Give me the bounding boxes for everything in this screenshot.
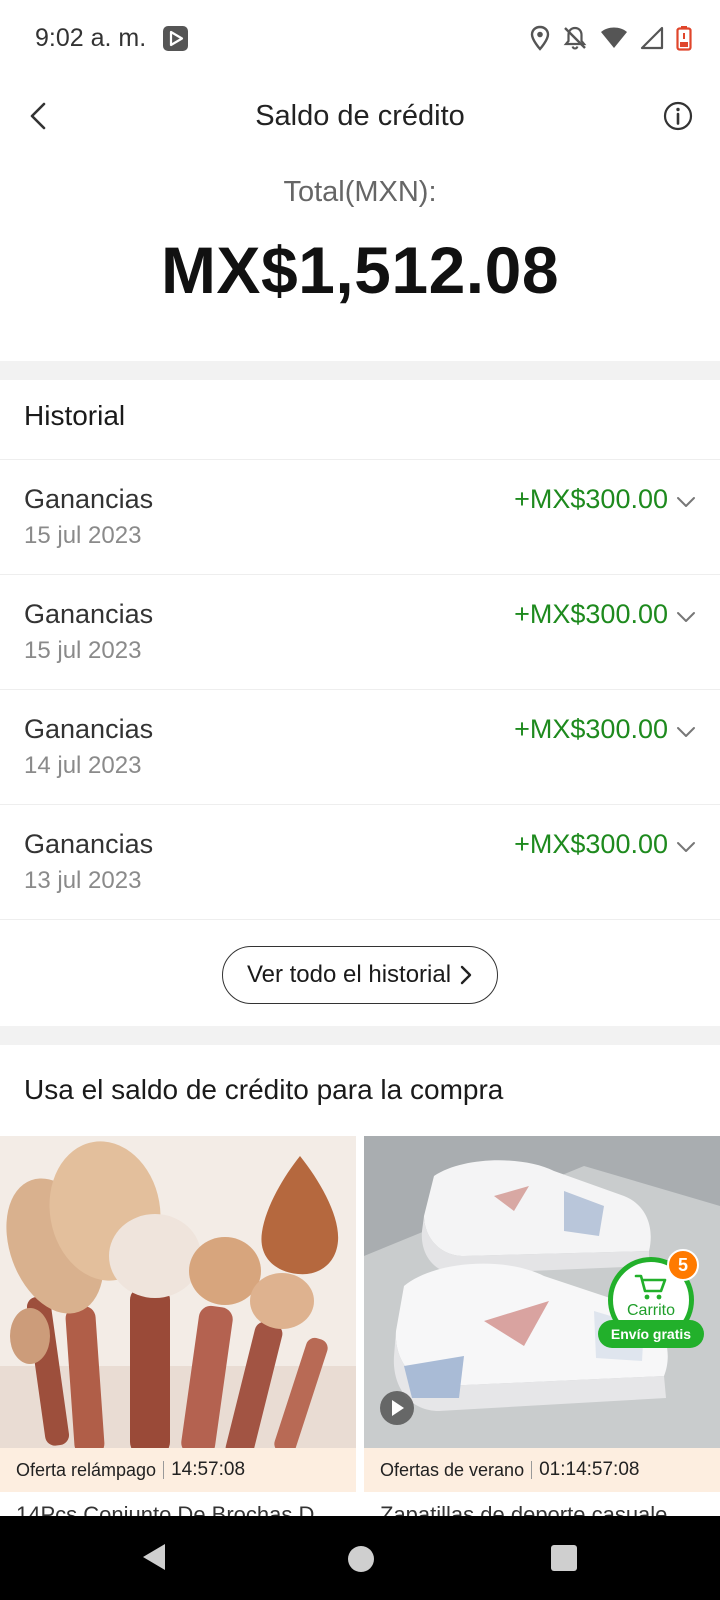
promo-timer: 01:14:57:08 [539, 1459, 640, 1480]
promo-separator [531, 1461, 533, 1479]
product-image-brushes[interactable] [0, 1136, 356, 1448]
transaction-date: 13 jul 2023 [24, 867, 142, 894]
transaction-date: 14 jul 2023 [24, 752, 142, 779]
transaction-type: Ganancias [24, 484, 154, 514]
wifi-icon [601, 27, 627, 48]
product-name[interactable]: Zapatillas de deporte casuale... [380, 1502, 686, 1516]
promo-title: Usa el saldo de crédito para la compra [24, 1074, 504, 1105]
chevron-right-icon [460, 965, 472, 985]
promo-tag: Ofertas de verano [380, 1459, 525, 1480]
history-row[interactable]: Ganancias 15 jul 2023 +MX$300.00 [0, 574, 720, 689]
nav-recents-icon[interactable] [551, 1545, 577, 1571]
chevron-down-icon[interactable] [674, 605, 698, 629]
signal-icon [640, 26, 664, 50]
chevron-down-icon[interactable] [674, 720, 698, 744]
location-icon [530, 25, 550, 51]
cart-label: Carrito [626, 1302, 675, 1319]
chevron-down-icon[interactable] [674, 490, 698, 514]
status-icons [530, 22, 692, 54]
product-name[interactable]: 14Pcs Conjunto De Brochas D... [16, 1502, 333, 1516]
battery-low-icon [676, 26, 692, 51]
promo-timer: 14:57:08 [171, 1459, 246, 1480]
transaction-amount: +MX$300.00 [514, 599, 668, 629]
page-title: Saldo de crédito [255, 100, 465, 132]
section-divider [0, 361, 720, 380]
section-divider [0, 1026, 720, 1045]
transaction-date: 15 jul 2023 [24, 522, 142, 549]
transaction-date: 15 jul 2023 [24, 637, 142, 664]
notifications-off-icon [563, 26, 587, 50]
history-row[interactable]: Ganancias 14 jul 2023 +MX$300.00 [0, 689, 720, 804]
transaction-type: Ganancias [24, 599, 154, 629]
promo-strip: Oferta relámpago 14:57:08 [0, 1448, 356, 1492]
system-nav-bar [0, 1516, 720, 1600]
balance-amount: MX$1,512.08 [160, 233, 560, 307]
app-header: Saldo de crédito [0, 78, 720, 158]
status-time: 9:02 a. m. [35, 24, 147, 52]
cart-count-badge: 5 [667, 1249, 699, 1281]
view-all-history-label: Ver todo el historial [246, 961, 452, 988]
history-list: Ganancias 15 jul 2023 +MX$300.00 Gananci… [0, 459, 720, 919]
transaction-amount: +MX$300.00 [514, 714, 668, 744]
nav-home-icon[interactable] [348, 1546, 374, 1572]
transaction-amount: +MX$300.00 [514, 484, 668, 514]
view-all-history-section: Ver todo el historial [0, 919, 720, 1026]
status-bar: 9:02 a. m. [0, 0, 720, 78]
nav-back-icon[interactable] [140, 1542, 168, 1572]
history-row[interactable]: Ganancias 13 jul 2023 +MX$300.00 [0, 804, 720, 919]
media-app-icon [163, 26, 188, 51]
promo-strip: Ofertas de verano 01:14:57:08 [364, 1448, 720, 1492]
info-icon[interactable] [660, 98, 696, 134]
promo-separator [163, 1461, 165, 1479]
promo-tag: Oferta relámpago [16, 1459, 157, 1480]
chevron-down-icon[interactable] [674, 835, 698, 859]
balance-label: Total(MXN): [283, 176, 437, 208]
free-shipping-badge: Envío gratis [598, 1320, 704, 1348]
view-all-history-button[interactable]: Ver todo el historial [222, 946, 498, 1004]
product-card[interactable]: Oferta relámpago 14:57:08 14Pcs Conjunto… [0, 1136, 356, 1516]
history-row[interactable]: Ganancias 15 jul 2023 +MX$300.00 [0, 459, 720, 574]
transaction-type: Ganancias [24, 714, 154, 744]
cart-icon [634, 1274, 667, 1300]
transaction-type: Ganancias [24, 829, 154, 859]
transaction-amount: +MX$300.00 [514, 829, 668, 859]
history-title: Historial [24, 400, 126, 431]
